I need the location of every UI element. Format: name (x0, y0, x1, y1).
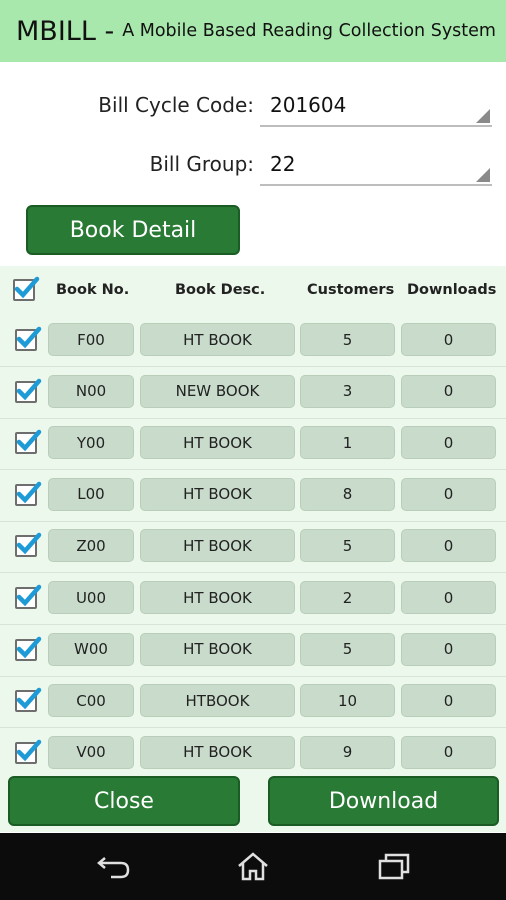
checkmark-icon (16, 636, 42, 658)
downloads-cell: 0 (401, 684, 496, 718)
checkmark-icon (16, 533, 42, 555)
downloads-cell: 0 (401, 581, 496, 614)
book-detail-button[interactable]: Book Detail (26, 205, 240, 255)
book-no-cell: L00 (48, 477, 134, 511)
bill-group-row: Bill Group: 22 (0, 146, 506, 186)
back-icon[interactable] (94, 848, 134, 884)
header-customers: Customers (307, 282, 395, 298)
checkmark-icon (16, 739, 42, 762)
customers-cell: 5 (300, 323, 395, 356)
table-row: Y00 HT BOOK 1 0 (0, 417, 506, 471)
book-desc-cell: HT BOOK (140, 529, 295, 563)
customers-cell: 5 (300, 529, 395, 563)
customers-cell: 1 (300, 426, 395, 460)
table-row: W00 HT BOOK 5 0 (0, 624, 506, 677)
book-desc-cell: HT BOOK (140, 581, 295, 614)
table-header: Book No. Book Desc. Customers Downloads (0, 266, 506, 316)
row-checkbox[interactable] (15, 739, 42, 764)
table-row: N00 NEW BOOK 3 0 (0, 366, 506, 419)
book-desc-cell: HT BOOK (140, 426, 295, 460)
checkmark-icon (16, 584, 42, 607)
table-row: V00 HT BOOK 9 0 (0, 727, 506, 770)
checkmark-icon (16, 687, 42, 710)
book-no-cell: Y00 (48, 426, 134, 460)
downloads-cell: 0 (401, 374, 496, 408)
table-row: L00 HT BOOK 8 0 (0, 469, 506, 522)
bill-cycle-value: 201604 (270, 93, 347, 117)
bill-cycle-spinner[interactable]: 201604 (260, 87, 492, 127)
book-no-cell: U00 (48, 581, 134, 614)
download-button[interactable]: Download (268, 776, 499, 826)
book-table: Book No. Book Desc. Customers Downloads … (0, 266, 506, 770)
downloads-cell: 0 (401, 426, 496, 460)
table-row: F00 HT BOOK 5 0 (0, 314, 506, 367)
book-desc-cell: HT BOOK (140, 477, 295, 511)
dropdown-caret-icon (476, 109, 490, 123)
select-all-checkbox[interactable] (13, 276, 40, 301)
customers-cell: 9 (300, 735, 395, 769)
customers-cell: 8 (300, 477, 395, 511)
bill-cycle-label: Bill Cycle Code: (98, 93, 254, 117)
checkmark-icon (16, 326, 42, 349)
book-no-cell: F00 (48, 323, 134, 356)
row-checkbox[interactable] (15, 326, 42, 351)
header-book-no: Book No. (56, 282, 130, 298)
close-button[interactable]: Close (8, 776, 240, 826)
bill-cycle-row: Bill Cycle Code: 201604 (0, 87, 506, 127)
bill-group-label: Bill Group: (149, 152, 254, 176)
table-row: Z00 HT BOOK 5 0 (0, 520, 506, 574)
home-icon[interactable] (233, 848, 273, 884)
table-row: C00 HTBOOK 10 0 (0, 675, 506, 729)
row-checkbox[interactable] (15, 378, 42, 403)
bill-group-value: 22 (270, 152, 296, 176)
book-desc-cell: HTBOOK (140, 684, 295, 718)
bill-group-spinner[interactable]: 22 (260, 146, 492, 186)
row-checkbox[interactable] (15, 533, 42, 558)
downloads-cell: 0 (401, 632, 496, 666)
book-no-cell: Z00 (48, 529, 134, 563)
header-book-desc: Book Desc. (175, 282, 266, 298)
row-checkbox[interactable] (15, 429, 42, 455)
row-checkbox[interactable] (15, 687, 42, 713)
book-no-cell: C00 (48, 684, 134, 718)
header-downloads: Downloads (407, 282, 497, 298)
checkmark-icon (14, 276, 40, 299)
downloads-cell: 0 (401, 529, 496, 563)
row-checkbox[interactable] (15, 636, 42, 661)
row-checkbox[interactable] (15, 584, 42, 609)
dropdown-caret-icon (476, 168, 490, 182)
system-nav-bar (0, 833, 506, 900)
book-desc-cell: HT BOOK (140, 632, 295, 666)
downloads-cell: 0 (401, 735, 496, 769)
book-no-cell: W00 (48, 632, 134, 666)
customers-cell: 5 (300, 632, 395, 666)
book-desc-cell: HT BOOK (140, 323, 295, 356)
customers-cell: 2 (300, 581, 395, 614)
downloads-cell: 0 (401, 477, 496, 511)
app-name: MBILL - (16, 15, 115, 47)
book-no-cell: V00 (48, 735, 134, 769)
checkmark-icon (16, 378, 42, 400)
customers-cell: 3 (300, 374, 395, 408)
checkmark-icon (16, 481, 42, 504)
customers-cell: 10 (300, 684, 395, 718)
table-row: U00 HT BOOK 2 0 (0, 572, 506, 625)
downloads-cell: 0 (401, 323, 496, 356)
app-subtitle: A Mobile Based Reading Collection System (122, 21, 496, 41)
recents-icon[interactable] (374, 848, 414, 884)
footer-bar: Close Download (0, 770, 506, 832)
book-desc-cell: NEW BOOK (140, 374, 295, 408)
title-bar: MBILL - A Mobile Based Reading Collectio… (0, 0, 506, 62)
book-desc-cell: HT BOOK (140, 735, 295, 769)
checkmark-icon (16, 429, 42, 452)
row-checkbox[interactable] (15, 481, 42, 506)
book-no-cell: N00 (48, 374, 134, 408)
